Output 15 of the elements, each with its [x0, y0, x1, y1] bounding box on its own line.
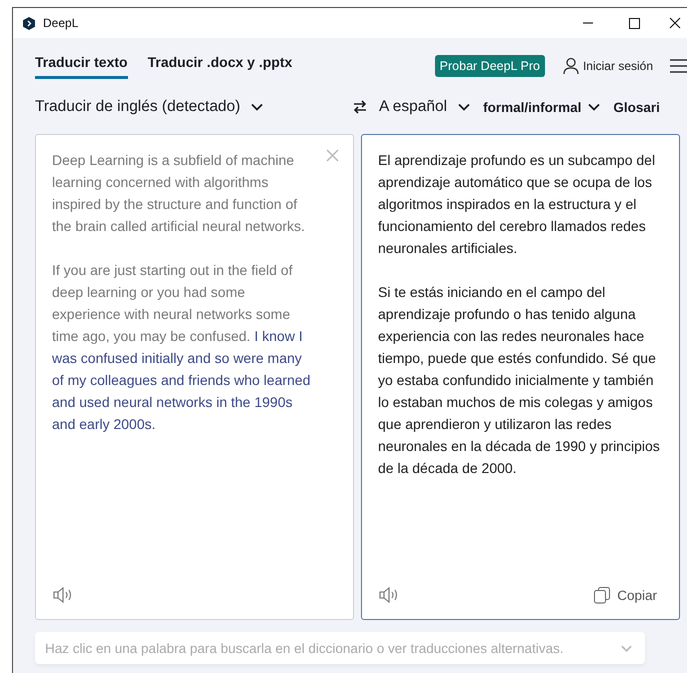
copy-button[interactable]: Copiar	[587, 585, 663, 605]
window-title: DeepL	[43, 16, 80, 30]
formality-dropdown[interactable]: formal/informal	[483, 100, 602, 114]
tab[interactable]: Traducir texto	[35, 54, 128, 78]
glossary-button[interactable]: Glosari	[613, 100, 660, 114]
paragraph: Si te estás iniciando en el campo del aprendizaje profundo o has tenido alguna experiencia con las redes neuronales hace tiempo, puede que estés confundido. Sé que yo estaba confundido inicialmente y también lo estaban muchos de mis colegas y amigos que aprendieron y utilizaron las redes neuronales en la década de 1990 y principios de la década de 2000.	[378, 283, 661, 478]
paragraph: If you are just starting out in the field of deep learning or you had some experience with neural networks some time ago, you may be confused. I know I was confused initially and so were many of my colleagues and friends who learned and used neural networks in the 1990s and early 2000s.	[52, 261, 312, 434]
paragraph: Deep Learning is a subfield of machine learning concerned with algorithms inspired by the structure and function of the brain called artificial neural networks.	[52, 151, 306, 236]
tab[interactable]: Traducir .docx y .pptx	[148, 54, 292, 78]
try-pro-button[interactable]: Probar DeepL Pro	[434, 55, 545, 77]
dictionary-field[interactable]: Haz clic en una palabra para buscarla en el diccionario o ver traducciones alternativas.	[35, 632, 645, 664]
sign-in-button[interactable]: Iniciar sesión	[556, 56, 659, 76]
target-language-dropdown[interactable]: A español	[379, 98, 472, 116]
source-language-dropdown[interactable]: Traducir de inglés (detectado)	[35, 98, 264, 116]
paragraph: El aprendizaje profundo es un subcampo del aprendizaje automático que se ocupa de los algoritmos inspirados en la estructura y el funcionamiento del cerebro llamados redes neuronales artificiales.	[378, 151, 656, 258]
